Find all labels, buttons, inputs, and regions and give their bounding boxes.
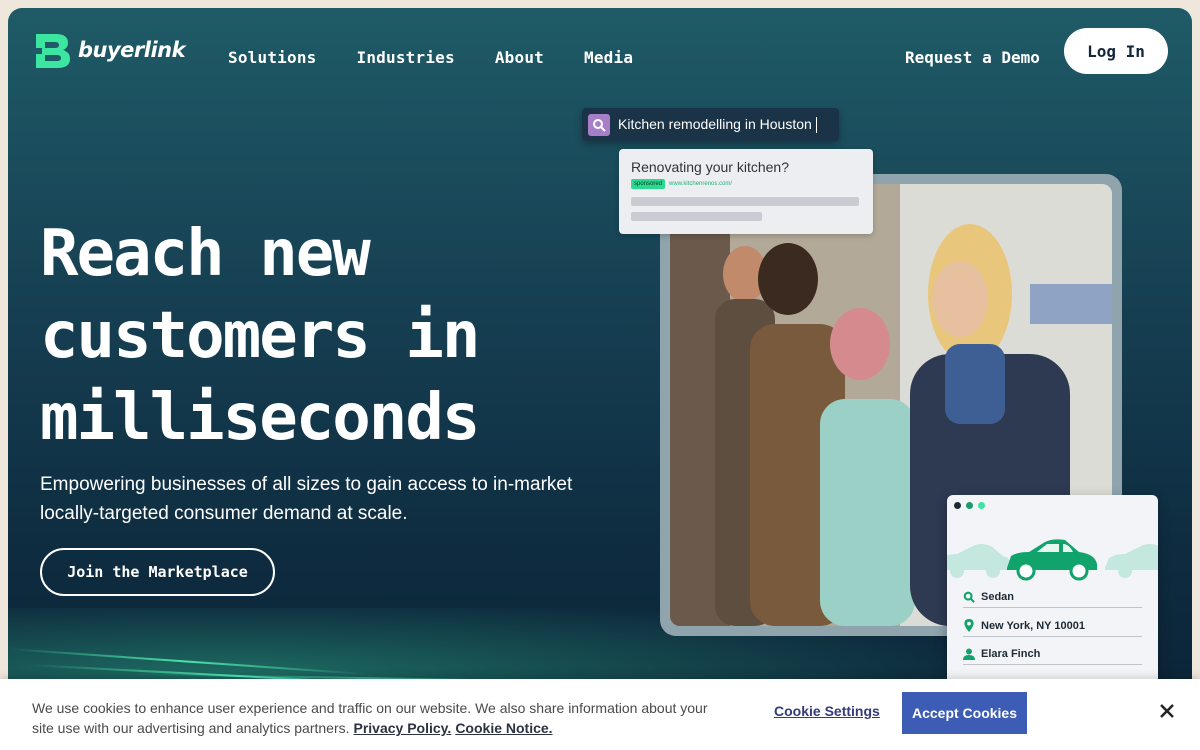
main-nav: Solutions Industries About Media bbox=[228, 48, 633, 67]
search-query-text: Kitchen remodelling in Houston bbox=[618, 115, 817, 134]
login-button[interactable]: Log In bbox=[1064, 28, 1168, 74]
text-caret bbox=[815, 117, 817, 134]
lead-row-location: New York, NY 10001 bbox=[963, 614, 1142, 637]
nav-media[interactable]: Media bbox=[584, 48, 633, 67]
hero-subtitle: Empowering businesses of all sizes to ga… bbox=[40, 474, 573, 524]
lead-location: New York, NY 10001 bbox=[981, 619, 1085, 632]
person-icon bbox=[963, 648, 975, 660]
hero-headline: Reach new customers in milliseconds bbox=[40, 213, 600, 459]
lead-vehicle: Sedan bbox=[981, 591, 1015, 603]
search-query-card: Kitchen remodelling in Houston bbox=[582, 108, 839, 141]
placeholder-line bbox=[631, 212, 762, 221]
join-marketplace-button[interactable]: Join the Marketplace bbox=[40, 548, 275, 596]
nav-about[interactable]: About bbox=[495, 48, 544, 67]
request-demo-link[interactable]: Request a Demo bbox=[905, 48, 1040, 67]
cookie-notice-link[interactable]: Cookie Notice. bbox=[455, 720, 552, 736]
nav-industries[interactable]: Industries bbox=[357, 48, 455, 67]
dot-icon bbox=[954, 502, 961, 509]
cars-illustration bbox=[947, 516, 1158, 586]
ad-result-card: Renovating your kitchen? sponsored www.k… bbox=[619, 149, 873, 234]
headline-line: customers in bbox=[40, 299, 480, 373]
cookie-settings-link[interactable]: Cookie Settings bbox=[774, 703, 880, 719]
ad-url: www.kitchenrenos.com/ bbox=[669, 181, 733, 187]
cookie-text: We use cookies to enhance user experienc… bbox=[32, 698, 722, 738]
close-icon[interactable] bbox=[1157, 701, 1177, 721]
location-pin-icon bbox=[964, 619, 974, 632]
headline-line: Reach new bbox=[40, 217, 371, 291]
lead-info-card: Sedan New York, NY 10001 Elara Finch bbox=[947, 495, 1158, 695]
search-query-value: Kitchen remodelling in Houston bbox=[618, 115, 812, 132]
privacy-policy-link[interactable]: Privacy Policy. bbox=[354, 720, 452, 736]
window-dots bbox=[947, 495, 1158, 516]
dot-icon bbox=[966, 502, 973, 509]
lead-name: Elara Finch bbox=[981, 648, 1041, 660]
cookie-banner: We use cookies to enhance user experienc… bbox=[0, 679, 1200, 750]
ad-title: Renovating your kitchen? bbox=[631, 159, 789, 175]
search-icon bbox=[588, 113, 610, 136]
logo-text: buyerlink bbox=[78, 38, 186, 62]
accept-cookies-button[interactable]: Accept Cookies bbox=[902, 692, 1027, 734]
headline-line: milliseconds bbox=[40, 381, 480, 455]
dot-icon bbox=[978, 502, 985, 509]
nav-solutions[interactable]: Solutions bbox=[228, 48, 317, 67]
hero-section: buyerlink Solutions Industries About Med… bbox=[8, 8, 1192, 750]
logo-icon bbox=[32, 30, 74, 70]
sponsored-badge: sponsored bbox=[631, 179, 666, 189]
lead-row-vehicle: Sedan bbox=[963, 586, 1142, 608]
logo[interactable]: buyerlink bbox=[32, 30, 186, 70]
lead-row-name: Elara Finch bbox=[963, 643, 1142, 665]
search-icon bbox=[963, 591, 975, 603]
placeholder-line bbox=[631, 197, 859, 206]
